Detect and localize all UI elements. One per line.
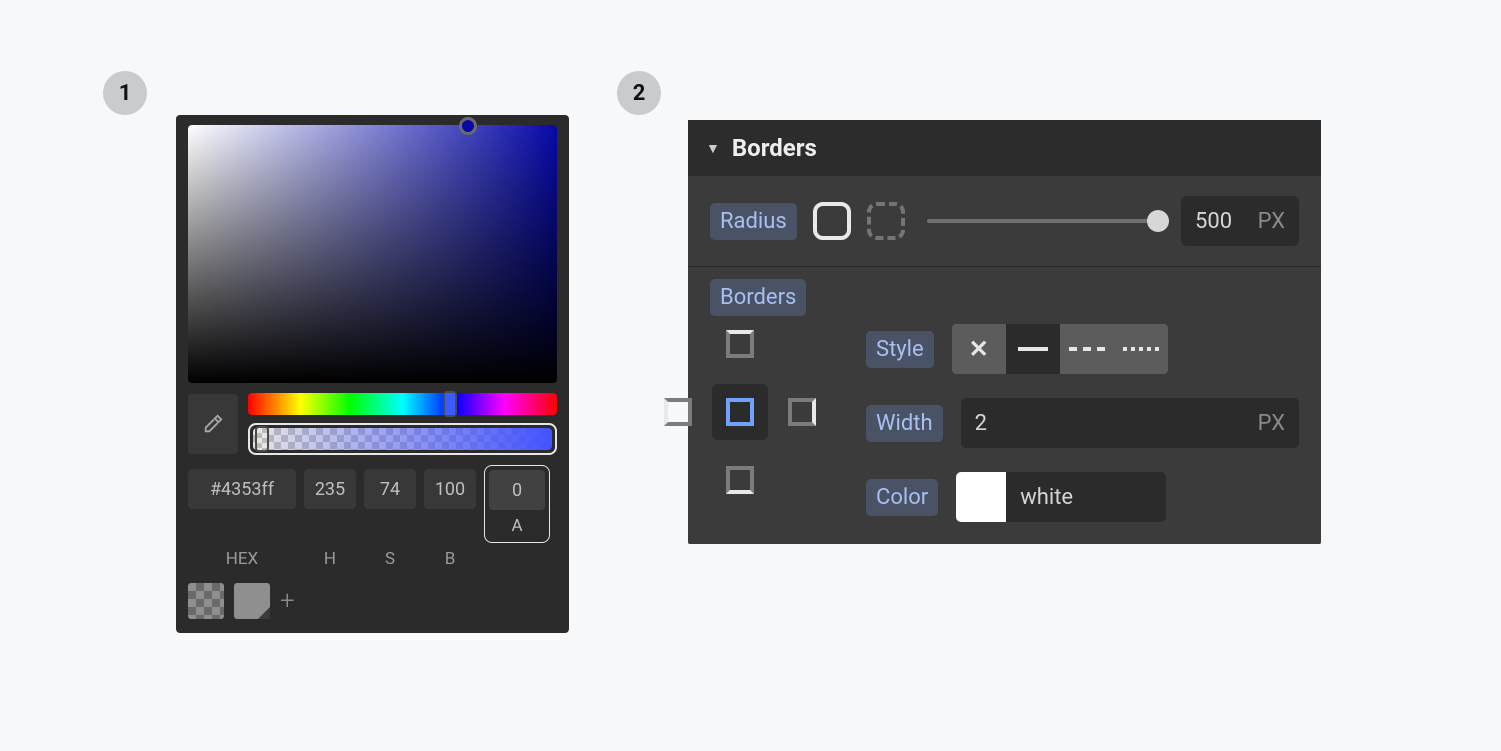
collapse-icon: ▼ [706,140,720,157]
border-all-button[interactable] [712,384,768,440]
h-label: H [304,549,356,569]
border-color-name: white [1020,485,1073,510]
alpha-input[interactable]: 0 [489,470,545,510]
radius-slider[interactable] [927,219,1159,223]
radius-individual-icon[interactable] [867,202,905,240]
border-width-unit: PX [1258,411,1285,436]
border-color-chip[interactable] [956,472,1006,522]
step-badge-1: 1 [103,71,147,115]
s-label: S [364,549,416,569]
alpha-input-highlight: 0 A [484,465,550,543]
border-style-solid[interactable] [1006,324,1060,374]
brightness-input[interactable]: 100 [424,469,476,509]
b-label: B [424,549,476,569]
radius-unit: PX [1258,209,1285,234]
radius-label: Radius [710,203,797,240]
border-style-dashed[interactable] [1060,324,1114,374]
border-style-dotted[interactable] [1114,324,1168,374]
radius-value: 500 [1195,209,1232,234]
border-width-value: 2 [975,411,987,436]
hue-input[interactable]: 235 [304,469,356,509]
alpha-slider-highlight [248,423,557,455]
x-icon: ✕ [969,335,989,363]
dashed-line-icon [1069,347,1105,351]
hex-input[interactable]: #4353ff [188,469,296,509]
saturation-value-field[interactable] [188,125,557,383]
saturation-input[interactable]: 74 [364,469,416,509]
sv-handle[interactable] [459,117,477,135]
border-style-none[interactable]: ✕ [952,324,1006,374]
border-right-button[interactable] [782,392,822,432]
border-style-segmented: ✕ [952,324,1168,374]
swatch-current[interactable] [234,583,270,619]
style-label: Style [866,331,934,368]
radius-uniform-icon[interactable] [813,202,851,240]
border-top-button[interactable] [720,324,760,364]
solid-line-icon [1018,347,1048,351]
width-label: Width [866,405,943,442]
alpha-label: A [511,516,522,536]
eyedropper-button[interactable] [188,394,238,454]
color-picker-panel: #4353ff 235 74 100 0 A HEX H S B + [176,115,569,633]
step-badge-2: 2 [617,71,661,115]
hue-handle[interactable] [443,391,457,417]
add-swatch-button[interactable]: + [280,586,295,616]
border-bottom-button[interactable] [720,460,760,500]
color-label: Color [866,479,938,516]
radius-slider-thumb[interactable] [1147,210,1169,232]
dotted-line-icon [1123,347,1159,351]
hex-label: HEX [188,549,296,569]
borders-title: Borders [732,134,817,162]
borders-panel: ▼ Borders Radius 500 PX Borders [688,120,1321,544]
radius-input[interactable]: 500 PX [1181,196,1299,246]
border-color-input[interactable]: white [956,472,1166,522]
hue-slider[interactable] [248,393,557,415]
alpha-slider[interactable] [253,428,552,450]
border-width-input[interactable]: 2 PX [961,398,1299,448]
alpha-handle[interactable] [255,426,269,452]
border-left-button[interactable] [658,392,698,432]
borders-header[interactable]: ▼ Borders [688,120,1321,176]
borders-section-label: Borders [710,279,806,316]
swatch-transparent[interactable] [188,583,224,619]
